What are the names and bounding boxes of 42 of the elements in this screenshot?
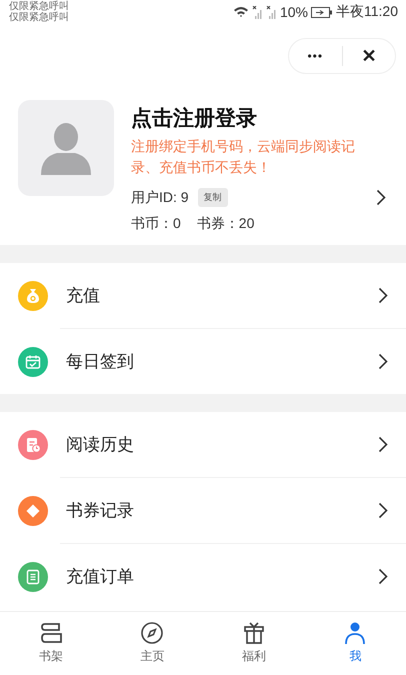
battery-icon xyxy=(311,6,333,18)
menu-item[interactable]: 充值 xyxy=(0,263,406,328)
coin-balance: 书币：0 xyxy=(131,215,181,233)
copy-button[interactable]: 复制 xyxy=(198,188,228,207)
person-icon xyxy=(343,621,368,645)
tab-item[interactable]: 主页 xyxy=(102,612,203,675)
clock-time: 半夜11:20 xyxy=(336,3,398,21)
signal-icon xyxy=(266,6,277,18)
battery-percent: 10% xyxy=(280,4,308,20)
more-button[interactable]: ••• xyxy=(289,39,342,73)
wifi-icon xyxy=(232,6,249,18)
signal-icon xyxy=(252,6,263,18)
chevron-icon xyxy=(378,436,388,453)
document-clock-icon xyxy=(24,436,42,454)
compass-icon xyxy=(140,621,164,645)
gift-icon xyxy=(242,621,266,645)
diamond-icon xyxy=(24,502,42,520)
close-button[interactable]: ✕ xyxy=(342,39,395,73)
menu-item[interactable]: 每日签到 xyxy=(0,329,406,394)
chevron-icon xyxy=(378,502,388,519)
menu-item[interactable]: 充值订单 xyxy=(0,544,406,609)
carrier-text: 仅限紧急呼叫 xyxy=(9,1,69,12)
tab-item[interactable]: 福利 xyxy=(203,612,304,675)
person-icon xyxy=(39,121,93,175)
tab-item[interactable]: 我 xyxy=(304,612,406,675)
bookshelf-icon xyxy=(38,621,63,645)
tab-item[interactable]: 书架 xyxy=(0,612,102,675)
chevron-icon xyxy=(378,568,388,585)
avatar[interactable] xyxy=(18,100,114,196)
clipboard-icon xyxy=(24,568,42,586)
chevron-icon xyxy=(376,189,386,206)
moneybag-icon xyxy=(24,286,42,304)
voucher-balance: 书券：20 xyxy=(196,215,254,233)
calendar-icon xyxy=(24,352,42,370)
menu-item[interactable]: 阅读历史 xyxy=(0,412,406,477)
login-title[interactable]: 点击注册登录 xyxy=(131,104,388,132)
menu-item[interactable]: 书券记录 xyxy=(0,478,406,543)
chevron-icon xyxy=(378,353,388,370)
register-notice: 注册绑定手机号码，云端同步阅读记录、充值书币不丢失！ xyxy=(131,137,356,177)
chevron-icon xyxy=(378,287,388,304)
carrier-text: 仅限紧急呼叫 xyxy=(9,12,69,23)
user-id: 用户ID: 9 xyxy=(131,188,189,206)
